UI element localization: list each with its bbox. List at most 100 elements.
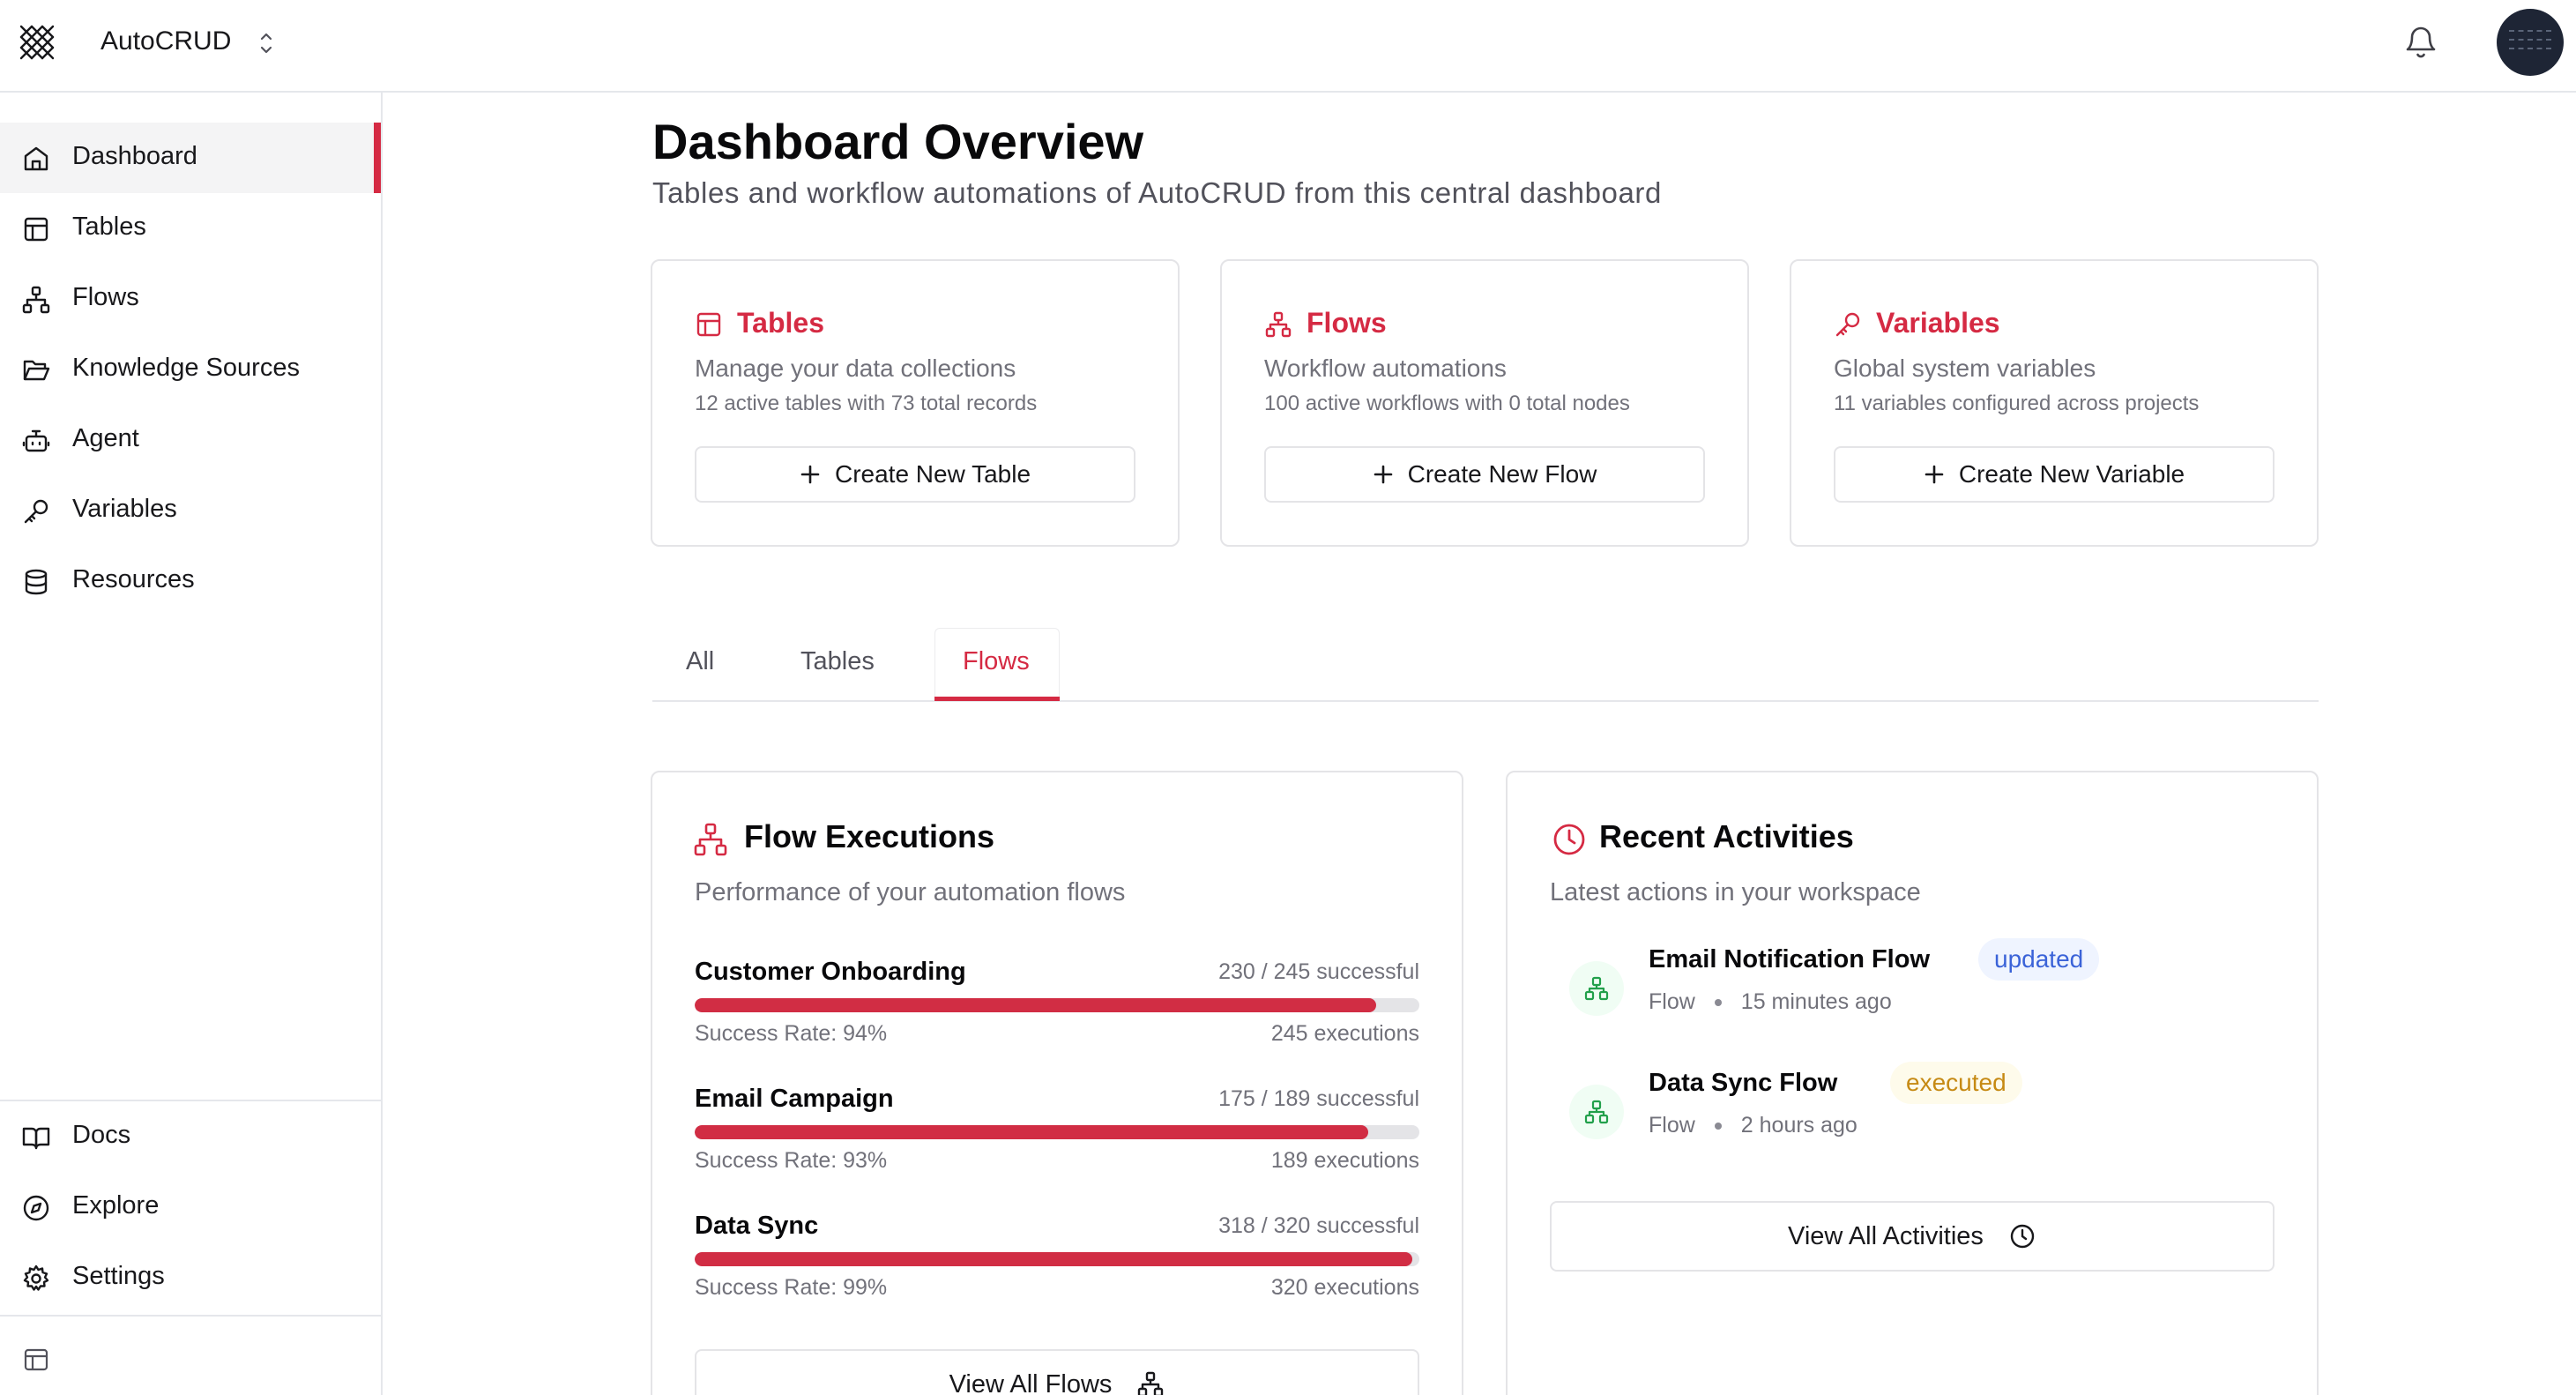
flow-row[interactable]: Data Sync 318 / 320 successful Success R… [695, 1212, 1419, 1326]
button-label: Create New Table [834, 460, 1031, 488]
status-badge: executed [1890, 1062, 2022, 1104]
bot-icon [22, 429, 50, 452]
flow-executions-count: 320 executions [1270, 1275, 1419, 1300]
sidebar-item-variables[interactable]: Variables [0, 475, 381, 546]
sidebar-item-label: Explore [72, 1191, 160, 1220]
top-bar: AutoCRUD [0, 0, 2576, 93]
active-tab-indicator [934, 697, 1060, 701]
sidebar-item-dashboard[interactable]: Dashboard [0, 123, 381, 193]
tab-flows[interactable]: Flows [963, 647, 1030, 676]
button-label: View All Activities [1788, 1221, 1984, 1250]
create-variable-button[interactable]: Create New Variable [1834, 446, 2274, 503]
sidebar-item-docs[interactable]: Docs [0, 1101, 381, 1172]
table-icon [696, 312, 721, 337]
sidebar-item-label: Docs [72, 1121, 131, 1149]
panel-title: Recent Activities [1599, 818, 1854, 854]
activity-icon-badge [1569, 1085, 1624, 1139]
flow-executions-panel: Flow Executions Performance of your auto… [651, 771, 1463, 1395]
sidebar-divider [0, 1315, 381, 1317]
success-rate-fill [695, 1125, 1369, 1139]
table-icon [24, 217, 48, 242]
sidebar-item-label: Tables [72, 213, 146, 241]
folder-open-icon [23, 360, 50, 381]
sidebar-item-label: Settings [72, 1262, 165, 1290]
home-icon [24, 146, 48, 171]
panel-description: Latest actions in your workspace [1550, 878, 1921, 906]
sidebar-item-label: Resources [72, 565, 195, 593]
flow-success-count: 318 / 320 successful [1218, 1213, 1419, 1238]
success-rate-fill [695, 998, 1376, 1012]
gear-icon [23, 1264, 49, 1291]
flow-success-rate: Success Rate: 93% [695, 1148, 888, 1173]
recent-activities-panel: Recent Activities Latest actions in your… [1506, 771, 2319, 1395]
plus-icon [1925, 465, 1944, 484]
flow-name: Data Sync [695, 1212, 819, 1240]
book-icon [22, 1127, 50, 1150]
create-table-button[interactable]: Create New Table [695, 446, 1135, 503]
activity-time: 15 minutes ago [1740, 989, 1892, 1014]
user-avatar[interactable] [2497, 9, 2564, 76]
activity-item[interactable]: Email Notification Flow updated Flow 15 … [1550, 938, 2220, 1042]
activity-type: Flow [1649, 989, 1695, 1014]
flows-summary-card: Flows Workflow automations 100 active wo… [1220, 259, 1749, 547]
separator-dot [1714, 998, 1722, 1006]
database-icon [25, 569, 48, 595]
separator-dot [1714, 1122, 1722, 1130]
flow-success-rate: Success Rate: 99% [695, 1275, 888, 1300]
chevrons-up-down-icon[interactable] [256, 28, 277, 58]
sidebar-item-resources[interactable]: Resources [0, 546, 381, 616]
panel-title: Flow Executions [744, 818, 995, 854]
card-meta: 100 active workflows with 0 total nodes [1264, 392, 1630, 415]
card-meta: 11 variables configured across projects [1834, 392, 2200, 415]
view-all-flows-button[interactable]: View All Flows [695, 1349, 1419, 1395]
sidebar-item-explore[interactable]: Explore [0, 1172, 381, 1242]
flow-icon [1138, 1371, 1164, 1395]
activity-title: Email Notification Flow [1649, 945, 1931, 974]
activity-icon-badge [1569, 961, 1624, 1016]
sidebar-item-flows[interactable]: Flows [0, 264, 381, 334]
tab-all[interactable]: All [686, 647, 714, 676]
sidebar-item-label: Dashboard [72, 142, 197, 170]
clock-icon [2010, 1224, 2035, 1249]
card-description: Manage your data collections [695, 354, 1016, 382]
activity-title: Data Sync Flow [1649, 1069, 1838, 1097]
sidebar-item-label: Knowledge Sources [72, 354, 300, 382]
card-description: Global system variables [1834, 354, 2096, 382]
sidebar: Dashboard Tables Flows Knowledge Sources… [0, 93, 383, 1395]
create-flow-button[interactable]: Create New Flow [1264, 446, 1705, 503]
sidebar-item-agent[interactable]: Agent [0, 405, 381, 475]
variables-summary-card: Variables Global system variables 11 var… [1790, 259, 2319, 547]
success-rate-bar [695, 1252, 1419, 1266]
sidebar-item-knowledge-sources[interactable]: Knowledge Sources [0, 334, 381, 405]
activity-item[interactable]: Data Sync Flow executed Flow 2 hours ago [1550, 1062, 2220, 1166]
plus-icon [800, 465, 820, 484]
app-logo-icon[interactable] [16, 21, 58, 63]
flow-icon [1584, 1100, 1609, 1124]
flow-executions-count: 189 executions [1270, 1148, 1419, 1173]
flow-name: Email Campaign [695, 1085, 894, 1113]
flow-icon [694, 823, 727, 856]
card-title: Flows [1307, 307, 1387, 339]
flow-success-rate: Success Rate: 94% [695, 1021, 888, 1046]
view-tabs: All Tables Flows [652, 628, 2319, 702]
status-badge: updated [1978, 938, 2100, 981]
sidebar-item-label: Flows [72, 283, 139, 311]
flow-row[interactable]: Email Campaign 175 / 189 successful Succ… [695, 1085, 1419, 1199]
workspace-name[interactable]: AutoCRUD [101, 26, 231, 56]
success-rate-bar [695, 998, 1419, 1012]
activity-meta: Flow 15 minutes ago [1649, 989, 1892, 1015]
card-title: Tables [737, 307, 824, 339]
success-rate-bar [695, 1125, 1419, 1139]
button-label: View All Flows [949, 1369, 1113, 1395]
sidebar-item-tables[interactable]: Tables [0, 193, 381, 264]
tab-tables[interactable]: Tables [800, 647, 875, 676]
sidebar-toggle-icon[interactable] [23, 1347, 49, 1373]
sidebar-item-label: Variables [72, 495, 177, 523]
activity-time: 2 hours ago [1740, 1113, 1858, 1138]
button-label: Create New Variable [1958, 460, 2185, 488]
flow-row[interactable]: Customer Onboarding 230 / 245 successful… [695, 958, 1419, 1072]
flow-icon [1265, 311, 1292, 338]
view-all-activities-button[interactable]: View All Activities [1550, 1201, 2274, 1272]
sidebar-item-settings[interactable]: Settings [0, 1242, 381, 1313]
bell-icon[interactable] [2403, 23, 2438, 62]
